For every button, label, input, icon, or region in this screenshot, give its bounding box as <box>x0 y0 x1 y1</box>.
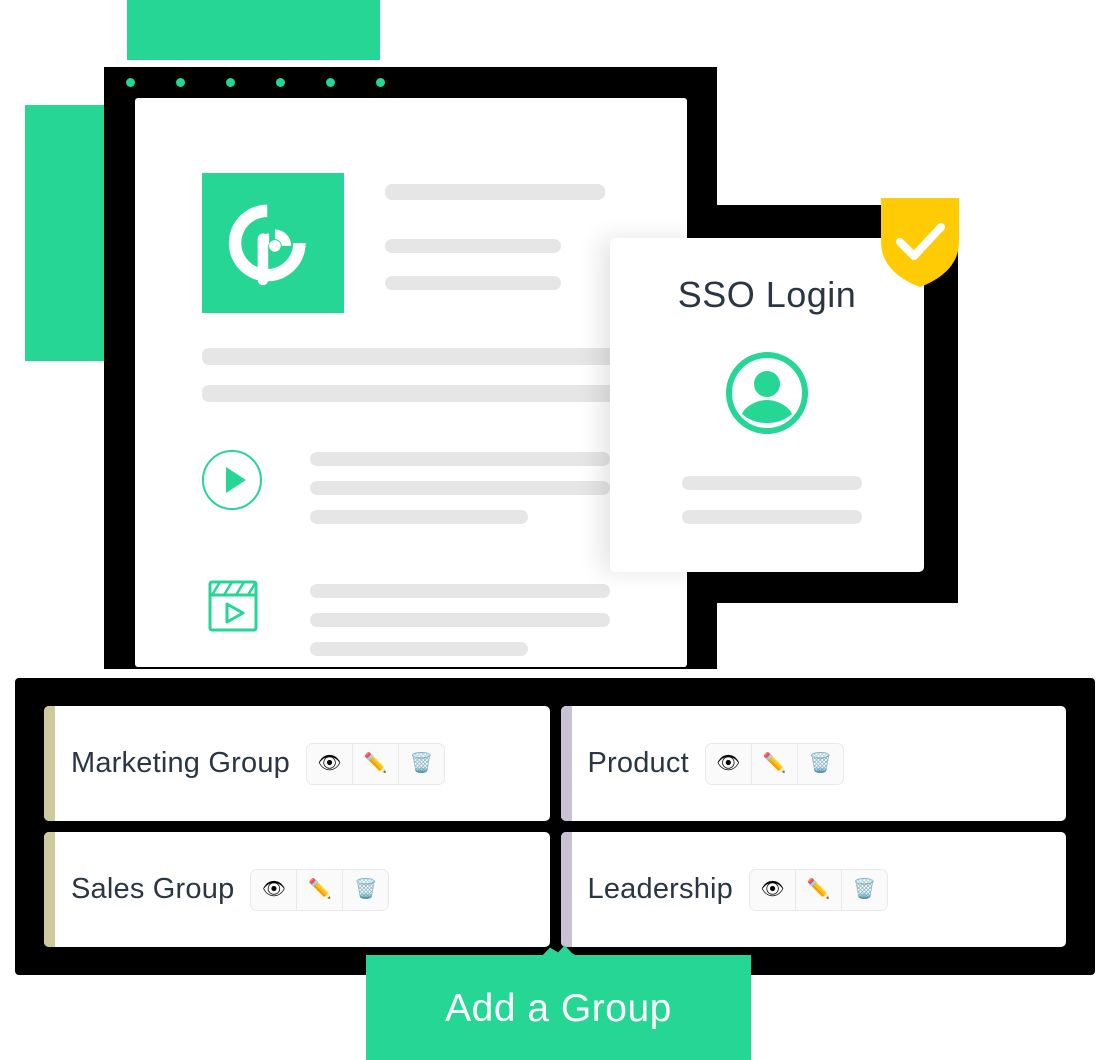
skeleton-line <box>310 584 610 598</box>
group-name: Product <box>587 747 689 779</box>
titlebar-dot <box>326 78 335 87</box>
sso-login-card: SSO Login <box>610 238 924 572</box>
user-avatar-icon <box>724 350 810 436</box>
add-group-button[interactable]: Add a Group <box>366 955 751 1060</box>
clapperboard-play-icon[interactable] <box>208 580 258 632</box>
skeleton-line <box>310 481 610 495</box>
skeleton-line <box>202 385 657 402</box>
view-button[interactable]: 👁 <box>251 869 298 910</box>
groups-grid: Marketing Group 👁 ✏️ 🗑️ Product 👁 ✏️ 🗑️ <box>15 678 1095 975</box>
skeleton-line <box>385 184 605 200</box>
titlebar-dot <box>376 78 385 87</box>
edit-button[interactable]: ✏️ <box>297 869 344 910</box>
group-name: Leadership <box>587 873 733 905</box>
skeleton-line <box>310 613 610 627</box>
edit-button[interactable]: ✏️ <box>751 743 798 784</box>
shield-check-icon <box>881 198 959 288</box>
play-circle-icon[interactable] <box>201 449 263 511</box>
group-name: Sales Group <box>71 873 235 905</box>
titlebar-dot <box>126 78 135 87</box>
delete-button[interactable]: 🗑️ <box>343 869 389 910</box>
browser-content-area <box>135 98 687 667</box>
titlebar-dot <box>276 78 285 87</box>
group-card[interactable]: Sales Group 👁 ✏️ 🗑️ <box>44 832 550 947</box>
app-logo-tile <box>202 173 344 313</box>
skeleton-line <box>310 510 528 524</box>
group-actions: 👁 ✏️ 🗑️ <box>749 868 888 911</box>
podcast-broadcast-logo-icon <box>225 195 321 291</box>
delete-button[interactable]: 🗑️ <box>399 743 444 784</box>
edit-button[interactable]: ✏️ <box>353 743 399 784</box>
view-button[interactable]: 👁 <box>750 869 796 910</box>
group-name: Marketing Group <box>71 747 290 779</box>
group-actions: 👁 ✏️ 🗑️ <box>704 742 844 785</box>
skeleton-line <box>310 452 610 466</box>
group-actions: 👁 ✏️ 🗑️ <box>250 868 390 911</box>
decorative-green-block-top <box>127 0 380 60</box>
skeleton-line <box>682 476 862 490</box>
group-accent-bar <box>44 832 55 947</box>
group-accent-bar <box>560 832 572 947</box>
skeleton-line <box>385 239 561 253</box>
titlebar-dot <box>176 78 185 87</box>
group-actions: 👁 ✏️ 🗑️ <box>306 742 445 785</box>
group-card[interactable]: Marketing Group 👁 ✏️ 🗑️ <box>44 706 550 821</box>
delete-button[interactable]: 🗑️ <box>842 869 887 910</box>
group-card[interactable]: Leadership 👁 ✏️ 🗑️ <box>560 832 1066 947</box>
skeleton-line <box>310 642 528 656</box>
browser-titlebar <box>104 67 717 98</box>
group-accent-bar <box>560 706 572 821</box>
illustration-canvas: SSO Login Marketing Group 👁 ✏️ 🗑️ Produc… <box>0 0 1110 1060</box>
skeleton-line <box>202 348 657 365</box>
delete-button[interactable]: 🗑️ <box>797 743 843 784</box>
view-button[interactable]: 👁 <box>307 743 353 784</box>
skeleton-line <box>385 276 561 290</box>
decorative-green-block-left <box>25 105 105 361</box>
sso-login-title: SSO Login <box>677 274 857 315</box>
titlebar-dot <box>226 78 235 87</box>
skeleton-line <box>682 510 862 524</box>
group-card[interactable]: Product 👁 ✏️ 🗑️ <box>560 706 1066 821</box>
edit-button[interactable]: ✏️ <box>796 869 842 910</box>
group-accent-bar <box>44 706 55 821</box>
groups-panel: Marketing Group 👁 ✏️ 🗑️ Product 👁 ✏️ 🗑️ <box>15 678 1095 975</box>
view-button[interactable]: 👁 <box>705 743 752 784</box>
